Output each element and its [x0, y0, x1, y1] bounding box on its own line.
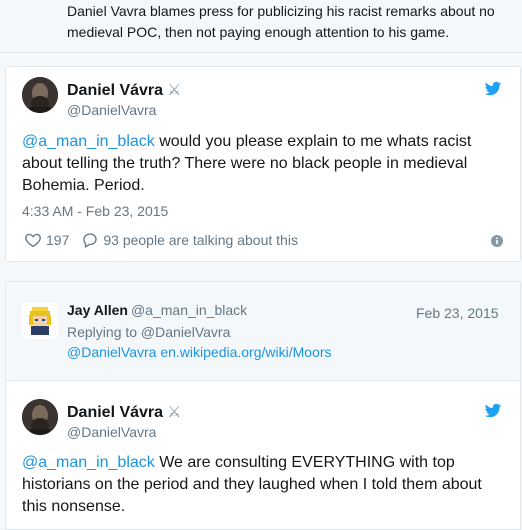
mention-link[interactable]: @a_man_in_black: [22, 133, 155, 150]
tweet-card-allen: Jay Allen @a_man_in_black Feb 23, 2015 Re…: [5, 281, 521, 381]
tweet-text: @DanielVavra en.wikipedia.org/wiki/Moors: [67, 344, 332, 360]
author-name[interactable]: Daniel Vávra: [67, 404, 163, 421]
info-icon[interactable]: [491, 235, 503, 247]
mention-link[interactable]: @DanielVavra: [67, 344, 156, 360]
author-handle[interactable]: @DanielVavra: [67, 423, 181, 441]
author-handle[interactable]: @a_man_in_black: [131, 302, 247, 318]
twitter-bird-icon[interactable]: [483, 402, 503, 420]
author-block[interactable]: Daniel Vávra ⚔ @DanielVavra: [67, 402, 181, 441]
crossed-swords-icon: ⚔: [167, 82, 182, 99]
timestamp[interactable]: 4:33 AM - Feb 23, 2015: [22, 203, 168, 219]
replying-to[interactable]: Replying to @DanielVavra: [67, 324, 230, 340]
author-name[interactable]: Jay Allen: [67, 302, 128, 318]
author-name[interactable]: Daniel Vávra: [67, 82, 163, 99]
twitter-bird-icon[interactable]: [483, 80, 503, 98]
mention-link[interactable]: @a_man_in_black: [22, 454, 155, 471]
like-count[interactable]: 197: [46, 232, 69, 248]
heart-icon[interactable]: [24, 231, 42, 249]
tweet-card-vavra-2: Daniel Vávra ⚔ @DanielVavra @a_man_in_bla…: [5, 380, 521, 530]
tweet-text: @a_man_in_black would you please explain…: [22, 131, 492, 197]
avatar[interactable]: [22, 303, 58, 339]
talking-count[interactable]: 93 people are talking about this: [103, 232, 298, 248]
tweet-text: @a_man_in_black We are consulting EVERYT…: [22, 452, 492, 518]
caption-strip: Daniel Vavra blames press for publicizin…: [0, 0, 522, 53]
avatar[interactable]: [22, 399, 58, 435]
caption-text: Daniel Vavra blames press for publicizin…: [67, 3, 495, 40]
reply-bubble-icon[interactable]: [81, 231, 99, 249]
tweet-card-vavra-1: Daniel Vávra ⚔ @DanielVavra @a_man_in_bla…: [5, 66, 521, 262]
author-handle[interactable]: @DanielVavra: [67, 101, 181, 119]
crossed-swords-icon: ⚔: [167, 404, 182, 421]
tweet-date[interactable]: Feb 23, 2015: [416, 305, 499, 321]
tweet-actions: 197 93 people are talking about this: [24, 230, 298, 250]
wikipedia-link[interactable]: en.wikipedia.org/wiki/Moors: [160, 344, 331, 360]
author-line: Jay Allen @a_man_in_black: [67, 302, 247, 320]
author-block[interactable]: Daniel Vávra ⚔ @DanielVavra: [67, 80, 181, 119]
avatar[interactable]: [22, 77, 58, 113]
